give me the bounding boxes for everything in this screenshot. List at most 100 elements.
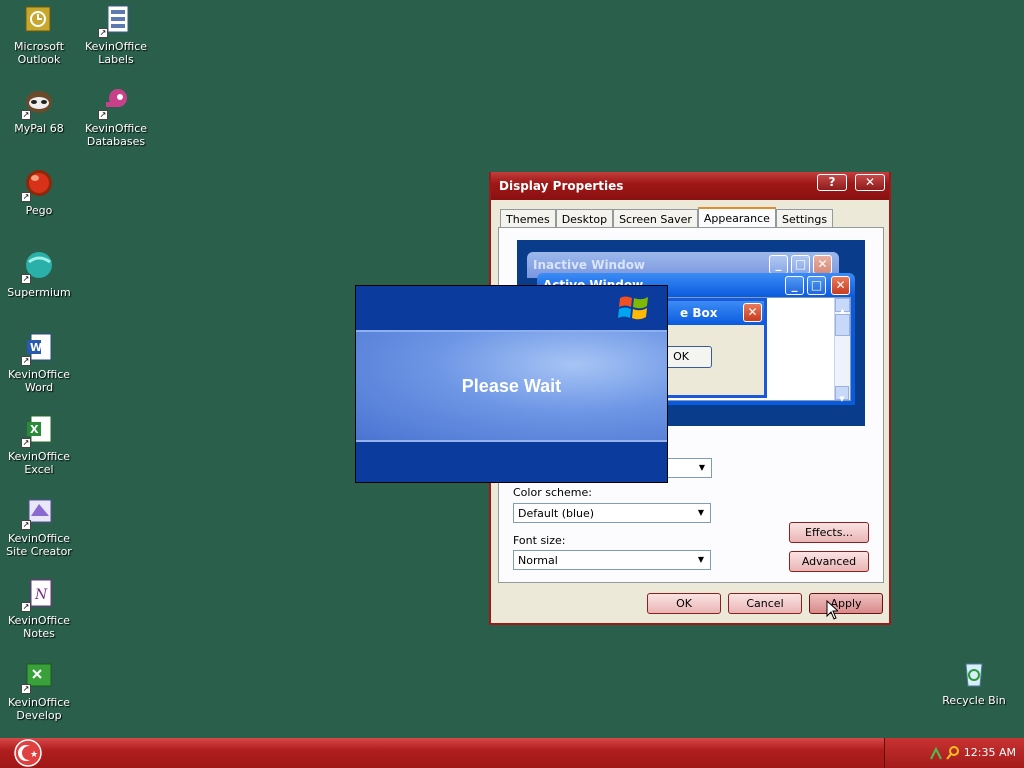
advanced-button[interactable]: Advanced: [789, 551, 869, 572]
shortcut-arrow-icon: ↗: [21, 110, 31, 120]
desktop-icon-label: KevinOffice Develop: [7, 696, 71, 722]
shortcut-arrow-icon: ↗: [21, 356, 31, 366]
scroll-thumb: [835, 314, 850, 336]
excel-spreadsheet-icon: X ↗: [21, 414, 55, 448]
shortcut-arrow-icon: ↗: [21, 438, 31, 448]
effects-button[interactable]: Effects...: [789, 522, 869, 543]
shortcut-arrow-icon: ↗: [98, 110, 108, 120]
ok-button[interactable]: OK: [647, 593, 721, 614]
preview-maximize-icon: □: [807, 276, 826, 295]
desktop-icon-kevinoffice-excel[interactable]: X ↗ KevinOffice Excel: [0, 414, 78, 476]
chevron-down-icon: ▼: [697, 508, 705, 517]
desktop-icon-label: Microsoft Outlook: [13, 40, 65, 66]
notes-icon: N ↗: [21, 578, 55, 612]
preview-minimize-icon: _: [785, 276, 804, 295]
desktop-icon-kevinoffice-labels[interactable]: ↗ KevinOffice Labels: [77, 4, 155, 66]
mouse-pointer-icon: [826, 599, 840, 620]
outlook-icon: [23, 4, 55, 36]
desktop-icon-kevinoffice-develop[interactable]: ↗ KevinOffice Develop: [0, 660, 78, 722]
recycle-bin-icon: [958, 658, 990, 690]
shortcut-arrow-icon: ↗: [21, 684, 31, 694]
wait-top-band: [356, 286, 667, 330]
cancel-button[interactable]: Cancel: [728, 593, 802, 614]
desktop-icon-label: Recycle Bin: [942, 694, 1006, 707]
system-tray: 12:35 AM: [884, 738, 1024, 768]
desktop-icon-kevinoffice-word[interactable]: W ↗ KevinOffice Word: [0, 332, 78, 394]
shortcut-arrow-icon: ↗: [98, 28, 108, 38]
desktop-icon-pego[interactable]: ↗ Pego: [0, 168, 78, 217]
chevron-down-icon: ▼: [697, 555, 705, 564]
desktop-icon-label: KevinOffice Notes: [7, 614, 71, 640]
start-button[interactable]: ★: [8, 739, 48, 767]
apply-button[interactable]: Apply: [809, 593, 883, 614]
desktop-icon-microsoft-outlook[interactable]: Microsoft Outlook: [0, 4, 78, 66]
scroll-down-icon: ▼: [835, 386, 849, 403]
mypal-raccoon-icon: ↗: [21, 86, 55, 120]
desktop-icon-kevinoffice-notes[interactable]: N ↗ KevinOffice Notes: [0, 578, 78, 640]
preview-close-icon: ✕: [813, 255, 832, 274]
develop-icon: ↗: [21, 660, 55, 694]
desktop-icon-label: KevinOffice Site Creator: [6, 532, 72, 558]
windows-flag-icon: [617, 292, 653, 327]
search-icon[interactable]: [945, 745, 961, 764]
chevron-down-icon: ▼: [698, 463, 706, 472]
preview-message-title: e Box: [680, 306, 718, 320]
shortcut-arrow-icon: ↗: [21, 274, 31, 284]
wait-bottom-band: [356, 442, 667, 482]
shortcut-arrow-icon: ↗: [21, 602, 31, 612]
svg-text:W: W: [30, 341, 42, 354]
desktop-icon-label: KevinOffice Labels: [84, 40, 148, 66]
word-document-icon: W ↗: [21, 332, 55, 366]
svg-text:X: X: [30, 423, 39, 436]
tab-appearance[interactable]: Appearance: [697, 207, 776, 228]
svg-text:★: ★: [30, 750, 38, 760]
pego-orb-icon: ↗: [21, 168, 55, 202]
help-button[interactable]: ?: [817, 174, 847, 191]
please-wait-overlay: Please Wait: [355, 285, 668, 483]
preview-maximize-icon: □: [791, 255, 810, 274]
tab-strip: Themes Desktop Screen Saver Appearance S…: [500, 207, 834, 228]
desktop-icon-mypal[interactable]: ↗ MyPal 68: [0, 86, 78, 135]
color-scheme-select[interactable]: Default (blue) ▼: [513, 503, 711, 523]
desktop-icon-label: KevinOffice Word: [7, 368, 71, 394]
databases-key-icon: ↗: [98, 86, 132, 120]
scroll-up-icon: ▲: [835, 298, 850, 315]
shortcut-arrow-icon: ↗: [21, 192, 31, 202]
preview-message-close-icon: ✕: [743, 303, 762, 322]
window-titlebar[interactable]: Display Properties ? ✕: [491, 172, 889, 200]
please-wait-text: Please Wait: [461, 375, 562, 396]
close-button[interactable]: ✕: [855, 174, 885, 191]
color-scheme-value: Default (blue): [518, 507, 595, 520]
preview-scrollbar: ▲ ▼: [834, 298, 850, 403]
desktop-icon-label: KevinOffice Databases: [84, 122, 148, 148]
tab-themes[interactable]: Themes: [500, 209, 556, 228]
network-icon[interactable]: [929, 745, 943, 764]
desktop-icon-supermium[interactable]: ↗ Supermium: [0, 250, 78, 299]
svg-text:N: N: [34, 587, 48, 603]
site-creator-icon: ↗: [21, 496, 55, 530]
desktop-icon-label: Supermium: [7, 286, 71, 299]
desktop-icon-kevinoffice-site-creator[interactable]: ↗ KevinOffice Site Creator: [0, 496, 78, 558]
preview-minimize-icon: _: [769, 255, 788, 274]
taskbar: ★ 12:35 AM: [0, 738, 1024, 768]
font-size-label: Font size:: [513, 534, 566, 547]
font-size-select[interactable]: Normal ▼: [513, 550, 711, 570]
shortcut-arrow-icon: ↗: [21, 520, 31, 530]
font-size-value: Normal: [518, 554, 558, 567]
desktop-icon-label: KevinOffice Excel: [7, 450, 71, 476]
desktop-icon-label: MyPal 68: [14, 122, 64, 135]
supermium-globe-icon: ↗: [21, 250, 55, 284]
wait-message-band: Please Wait: [356, 330, 667, 442]
preview-inactive-title: Inactive Window: [533, 258, 646, 272]
preview-close-icon: ✕: [831, 276, 850, 295]
tab-settings[interactable]: Settings: [775, 209, 834, 228]
tab-desktop[interactable]: Desktop: [555, 209, 614, 228]
desktop-icon-label: Pego: [25, 204, 53, 217]
labels-icon: ↗: [98, 4, 132, 38]
tab-screen-saver[interactable]: Screen Saver: [613, 209, 698, 228]
window-title: Display Properties: [499, 179, 624, 193]
desktop-icon-recycle-bin[interactable]: Recycle Bin: [935, 658, 1013, 707]
desktop-icon-kevinoffice-databases[interactable]: ↗ KevinOffice Databases: [77, 86, 155, 148]
color-scheme-label: Color scheme:: [513, 486, 592, 499]
taskbar-clock[interactable]: 12:35 AM: [964, 746, 1016, 759]
